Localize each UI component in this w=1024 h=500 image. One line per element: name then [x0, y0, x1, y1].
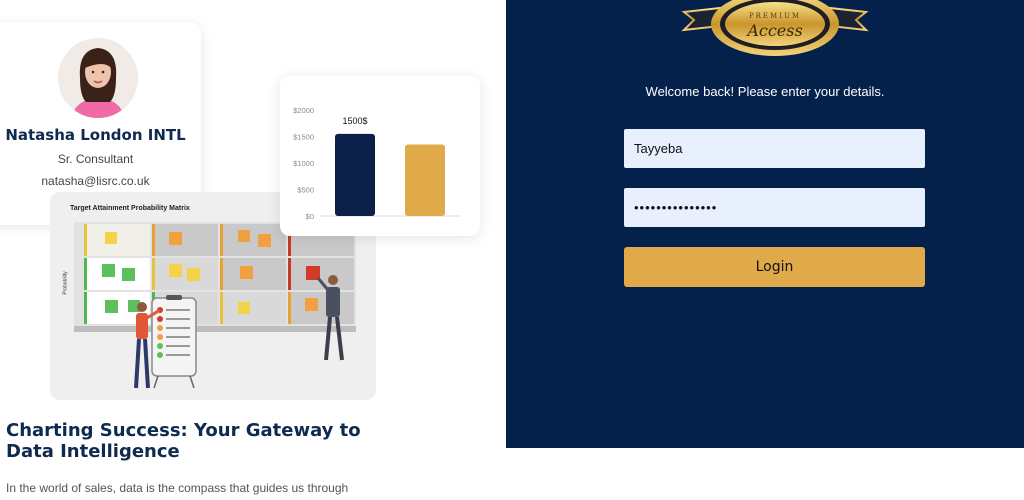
- revenue-bar-chart-card: $0 $500 $1000 $1500 $2000 1500$: [280, 76, 480, 236]
- password-input[interactable]: [624, 188, 925, 227]
- y-tick-label: $0: [306, 212, 314, 221]
- article-intro-text: In the world of sales, data is the compa…: [6, 481, 349, 495]
- consultant-avatar: [58, 38, 138, 118]
- premium-access-logo: PREMIUM Access: [680, 0, 870, 64]
- y-tick-label: $1500: [293, 133, 314, 142]
- revenue-bar-chart: $0 $500 $1000 $1500 $2000 1500$: [293, 106, 460, 221]
- consultant-email: natasha@lisrc.co.uk: [41, 174, 150, 188]
- username-input[interactable]: [624, 129, 925, 168]
- welcome-message: Welcome back! Please enter your details.: [645, 84, 885, 99]
- login-panel: PREMIUM Access Welcome back! Please ente…: [506, 0, 1024, 448]
- y-tick-label: $500: [297, 186, 314, 195]
- article-title: Charting Success: Your Gateway to Data I…: [6, 420, 361, 462]
- logo-premium-text: PREMIUM: [749, 12, 801, 20]
- y-tick-label: $2000: [293, 106, 314, 115]
- consultant-name: Natasha London INTL: [5, 126, 186, 144]
- chart-data-label: 1500$: [342, 116, 367, 126]
- consultant-role: Sr. Consultant: [57, 152, 134, 166]
- y-tick-label: $1000: [293, 159, 314, 168]
- premium-access-badge-icon: PREMIUM Access: [681, 0, 869, 56]
- chart-bar-1: [335, 133, 375, 216]
- avatar-portrait-illustration: [58, 38, 138, 118]
- logo-access-text: Access: [745, 21, 802, 40]
- login-button[interactable]: Login: [624, 247, 925, 287]
- chart-bar-2: [405, 144, 445, 216]
